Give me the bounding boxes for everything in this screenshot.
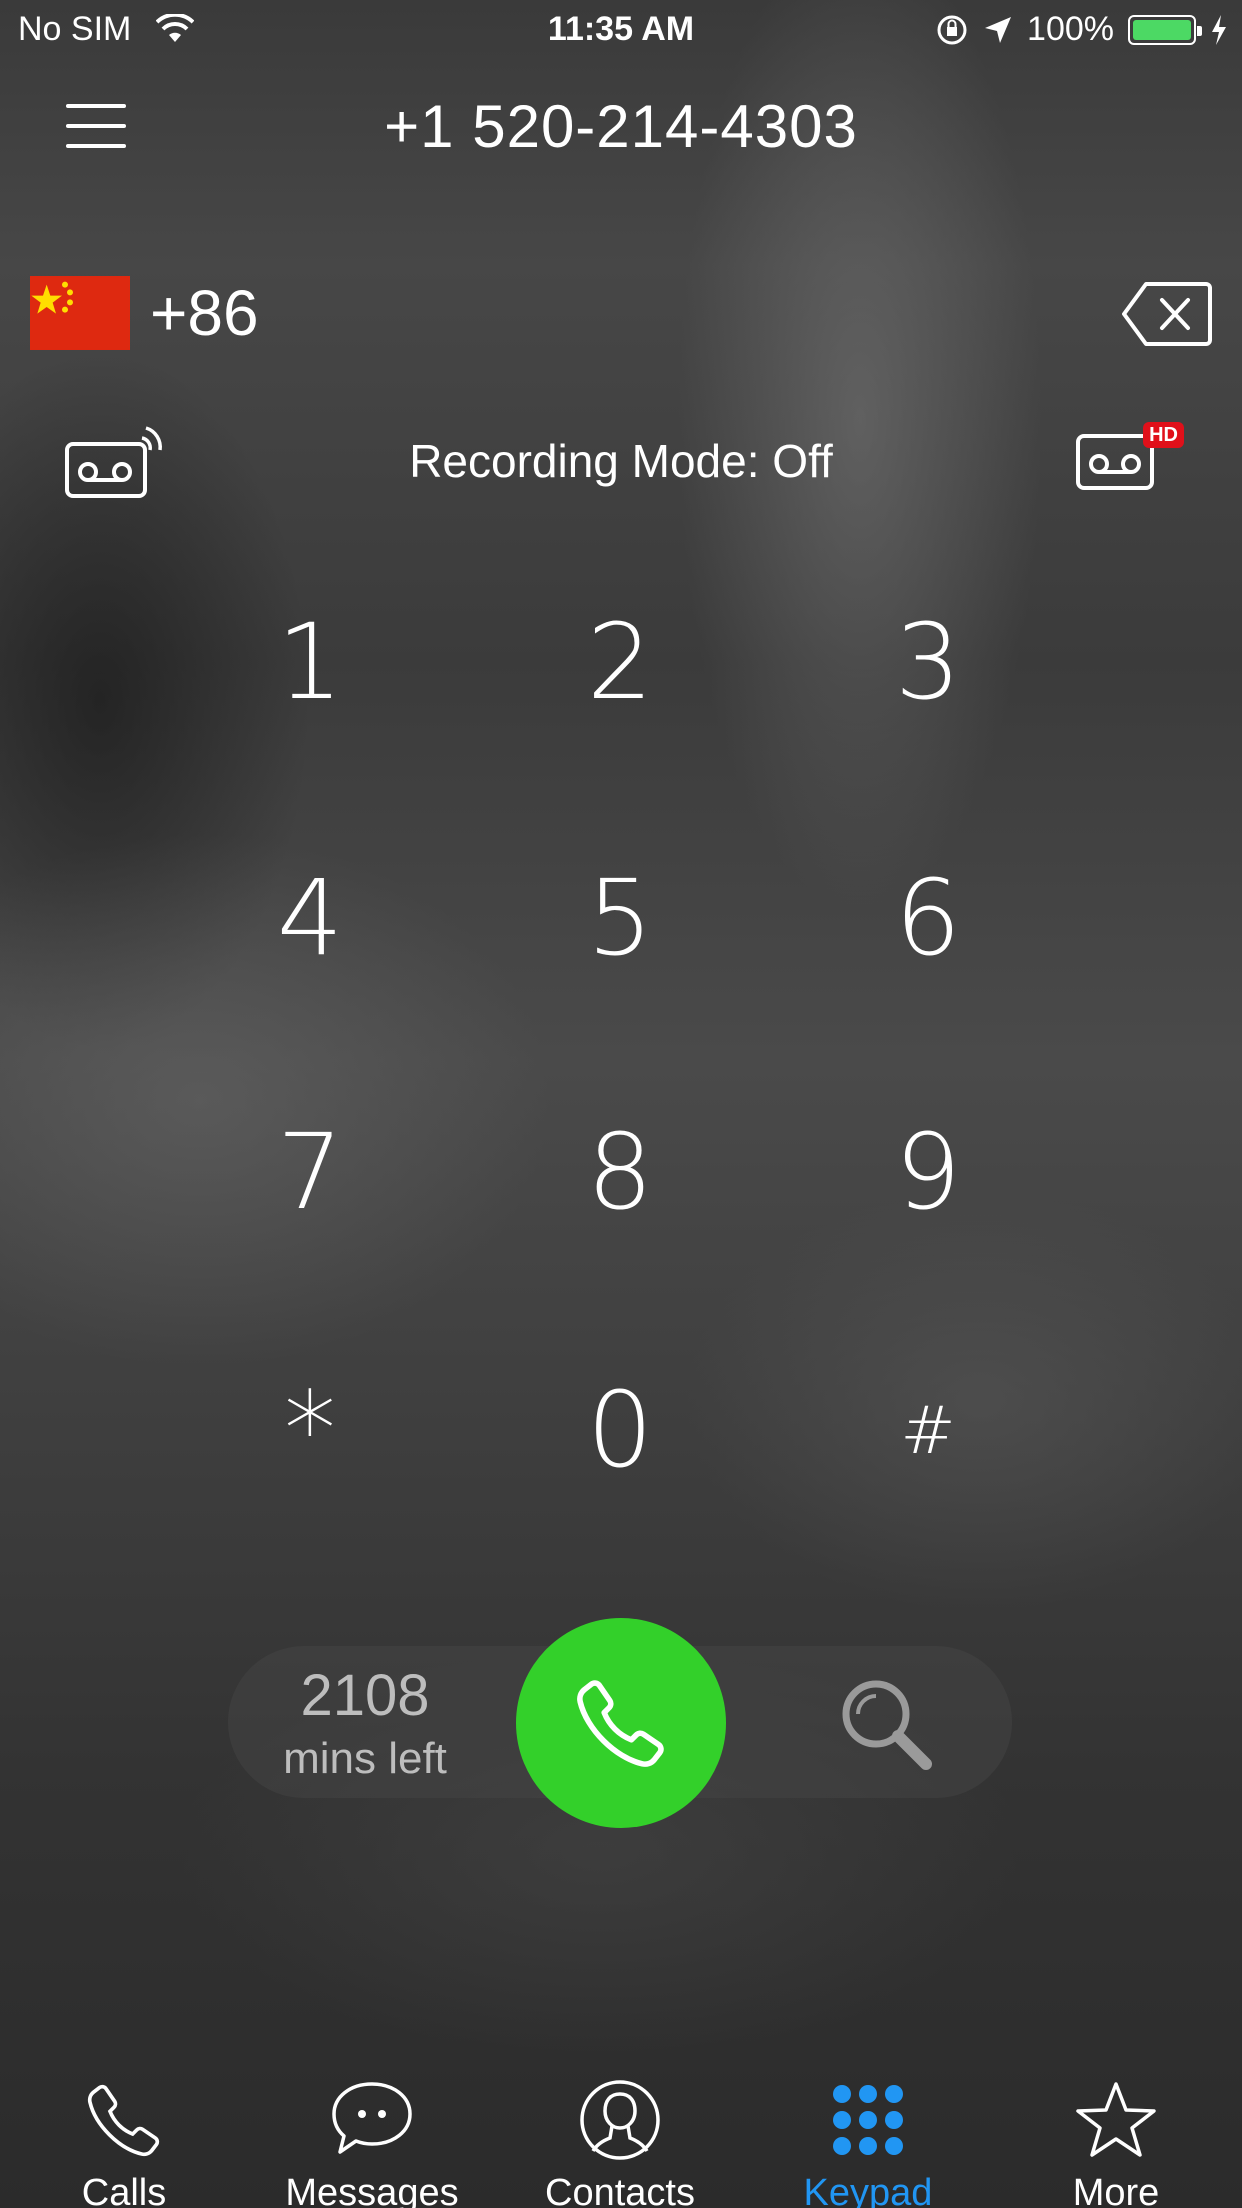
rotation-lock-icon <box>937 15 967 44</box>
phone-icon <box>87 2084 160 2157</box>
hd-badge: HD <box>1143 422 1184 448</box>
key-3[interactable]: 3 <box>828 582 1028 742</box>
search-icon[interactable] <box>836 1674 936 1774</box>
tab-more[interactable]: More <box>1001 2076 1231 2208</box>
key-7[interactable]: 7 <box>210 1092 410 1252</box>
tab-contacts-label: Contacts <box>545 2172 695 2208</box>
key-8[interactable]: 8 <box>520 1092 720 1252</box>
location-arrow-icon <box>985 16 1012 43</box>
recording-mode-label[interactable]: Recording Mode: Off <box>0 434 1242 488</box>
status-bar: No SIM 11:35 AM 100% <box>0 0 1242 60</box>
star-icon <box>1076 2082 1156 2157</box>
call-button[interactable] <box>516 1618 726 1828</box>
tab-keypad[interactable]: Keypad <box>753 2076 983 2208</box>
tab-more-label: More <box>1072 2172 1160 2208</box>
key-4[interactable]: 4 <box>210 838 410 998</box>
charging-bolt-icon <box>1212 14 1226 45</box>
key-6[interactable]: 6 <box>828 838 1028 998</box>
minutes-left-value: 2108 <box>300 1663 430 1728</box>
tab-messages-label: Messages <box>285 2172 459 2208</box>
voicemail-hd-button[interactable]: HD <box>1074 422 1184 500</box>
key-2[interactable]: 2 <box>520 582 720 742</box>
tab-messages[interactable]: Messages <box>257 2076 487 2208</box>
backspace-icon[interactable] <box>1122 280 1212 348</box>
country-code[interactable]: +86 <box>150 276 259 350</box>
tab-calls-label: Calls <box>81 2172 167 2208</box>
tab-keypad-label: Keypad <box>803 2172 933 2208</box>
battery-fill <box>1133 19 1191 40</box>
tab-contacts[interactable]: Contacts <box>505 2076 735 2208</box>
person-icon <box>580 2080 660 2160</box>
keypad-icon <box>833 2085 903 2155</box>
chat-bubble-icon <box>332 2082 412 2154</box>
battery-percent: 100% <box>1027 10 1114 48</box>
key-9[interactable]: 9 <box>828 1092 1028 1252</box>
minutes-left-label: mins left <box>283 1734 447 1783</box>
key-hash[interactable]: # <box>828 1350 1028 1510</box>
key-star[interactable]: * <box>210 1350 410 1510</box>
battery-icon <box>1128 14 1202 45</box>
china-flag-icon[interactable] <box>30 276 130 350</box>
key-5[interactable]: 5 <box>520 838 720 998</box>
key-1[interactable]: 1 <box>210 582 410 742</box>
tab-calls[interactable]: Calls <box>9 2076 239 2208</box>
own-phone-number: +1 520-214-4303 <box>384 93 858 160</box>
key-0[interactable]: 0 <box>520 1350 720 1510</box>
phone-icon <box>577 1680 664 1767</box>
